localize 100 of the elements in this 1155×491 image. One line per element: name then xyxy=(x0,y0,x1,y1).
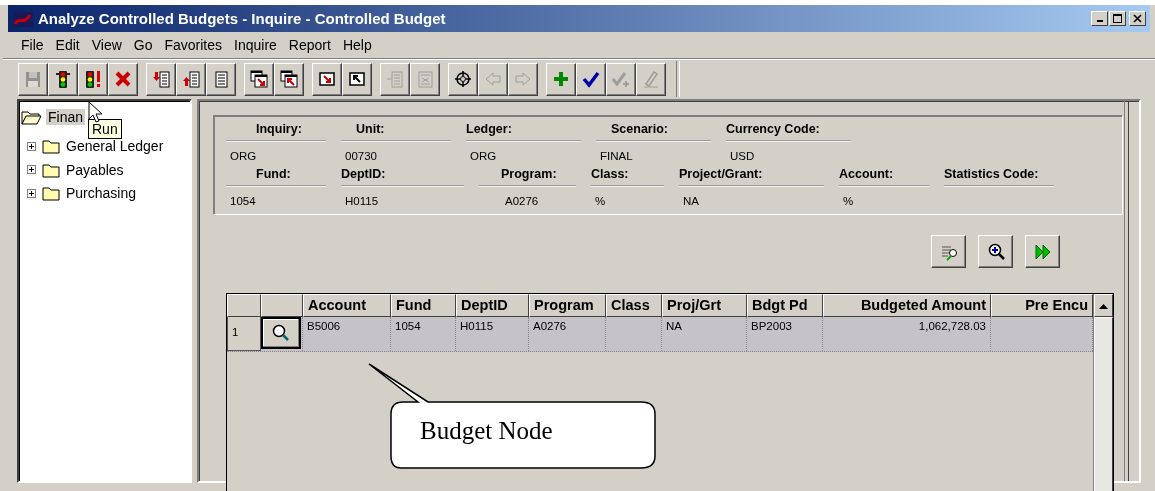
delete-row-icon xyxy=(416,70,434,88)
toolbar-button[interactable] xyxy=(108,62,138,96)
field-label: Class: xyxy=(591,167,629,181)
window-title: Analyze Controlled Budgets - Inquire - Controlled Budget xyxy=(38,10,447,27)
toolbar-button[interactable] xyxy=(176,62,206,96)
tree-item[interactable]: Finan xyxy=(46,108,86,125)
field-label: Unit: xyxy=(355,122,385,136)
menu-item[interactable]: View xyxy=(85,37,128,53)
up-arrow-icon xyxy=(1099,302,1108,309)
field-value: NA xyxy=(682,194,700,207)
tree-item[interactable]: Purchasing xyxy=(64,185,139,202)
toolbar-button[interactable] xyxy=(576,62,606,96)
field-label: DeptID: xyxy=(341,167,386,181)
check-icon xyxy=(582,70,600,88)
column-header: Class xyxy=(606,294,662,317)
check-icon xyxy=(612,70,630,88)
traffic-light-icon xyxy=(54,70,72,88)
grid-button[interactable] xyxy=(931,235,966,268)
table-cell: 1054 xyxy=(391,317,456,351)
table-cell: BP2003 xyxy=(747,317,823,351)
field-value: FINAL xyxy=(599,149,634,162)
folder-icon xyxy=(41,138,61,155)
column-header xyxy=(261,294,303,317)
table-cell: 1,062,728.03 xyxy=(823,317,991,351)
target-icon xyxy=(454,70,472,88)
toolbar-button[interactable] xyxy=(546,62,576,96)
expand-icon[interactable] xyxy=(27,165,36,175)
minimize-icon xyxy=(1096,20,1103,22)
forward-arrow-icon xyxy=(514,70,532,88)
cancel-icon xyxy=(114,70,132,88)
callout-text: Budget Node xyxy=(420,417,553,445)
field-value: % xyxy=(594,194,607,207)
table-cell: B5006 xyxy=(303,317,391,351)
field-value: ORG xyxy=(469,149,498,162)
table-cell: H0115 xyxy=(456,317,529,351)
toolbar-button[interactable] xyxy=(78,62,108,96)
minimize-button[interactable] xyxy=(1091,11,1108,26)
menu-item[interactable]: Favorites xyxy=(158,37,229,53)
column-header: Proj/Grt xyxy=(662,294,747,317)
column-header: DeptID xyxy=(456,294,529,317)
column-header: Program xyxy=(529,294,606,317)
field-value: USD xyxy=(729,149,756,162)
column-header: Account xyxy=(303,294,391,317)
menu-item[interactable]: Go xyxy=(127,37,159,53)
tree-item[interactable]: General Ledger xyxy=(64,138,166,155)
field-value: 1054 xyxy=(229,194,257,207)
column-header: Fund xyxy=(391,294,456,317)
menu-item[interactable]: Help xyxy=(336,37,378,53)
row-number: 1 xyxy=(227,317,261,351)
toolbar-button[interactable] xyxy=(206,62,236,96)
zoom-in-icon xyxy=(986,242,1005,261)
table-row[interactable]: 1 B5006 1054 H0115 A0276 NA BP2003 1,062,728.03 xyxy=(227,317,1093,352)
field-label: Program: xyxy=(500,167,557,181)
field-label: Ledger: xyxy=(466,122,512,136)
lookup-button[interactable] xyxy=(261,317,301,349)
close-icon xyxy=(1133,14,1142,23)
traffic-light-icon xyxy=(84,70,102,88)
insert-row-icon xyxy=(152,70,170,88)
column-header: Budgeted Amount xyxy=(823,294,991,317)
back-arrow-icon xyxy=(484,70,502,88)
scroll-up-button[interactable] xyxy=(1094,294,1113,317)
field-value: A0276 xyxy=(504,194,540,207)
menu-item[interactable]: Edit xyxy=(49,37,86,53)
field-label: Account: xyxy=(839,167,894,181)
menu-item[interactable]: Report xyxy=(282,37,337,53)
tree-item[interactable]: Payables xyxy=(64,161,126,178)
toolbar-button[interactable] xyxy=(448,62,478,96)
insert-row-icon xyxy=(386,70,404,88)
field-label: Inquiry: xyxy=(255,122,302,136)
menu-item[interactable]: Inquire xyxy=(228,37,283,53)
tooltip: Run xyxy=(88,119,122,139)
column-header xyxy=(227,294,261,317)
open-folder-icon xyxy=(21,108,43,125)
toolbar-button[interactable] xyxy=(244,62,274,96)
column-header: Pre Encu xyxy=(991,294,1093,317)
toolbar-button[interactable] xyxy=(342,62,372,96)
menu-item[interactable]: File xyxy=(15,37,50,53)
grid-button[interactable] xyxy=(978,235,1013,268)
folder-icon xyxy=(41,161,61,178)
field-label: Scenario: xyxy=(610,122,668,136)
insert-row-icon xyxy=(182,70,200,88)
field-label: Fund: xyxy=(255,167,291,181)
toolbar-button[interactable] xyxy=(146,62,176,96)
table-cell: NA xyxy=(662,317,747,351)
pencil-icon xyxy=(642,70,660,88)
maximize-button[interactable] xyxy=(1109,11,1126,26)
field-value: ORG xyxy=(229,149,258,162)
windows-icon xyxy=(280,70,298,88)
list-icon xyxy=(212,70,230,88)
folder-icon xyxy=(41,185,61,202)
toolbar-button[interactable] xyxy=(312,62,342,96)
expand-icon[interactable] xyxy=(27,188,36,198)
toolbar-button[interactable] xyxy=(274,62,304,96)
windows-icon xyxy=(250,70,268,88)
close-button[interactable] xyxy=(1129,11,1146,26)
field-value: 00730 xyxy=(344,149,378,162)
toolbar-button[interactable] xyxy=(48,62,78,96)
expand-icon[interactable] xyxy=(27,141,36,151)
grid-button[interactable] xyxy=(1025,235,1060,268)
scrollbar[interactable] xyxy=(1094,317,1113,491)
